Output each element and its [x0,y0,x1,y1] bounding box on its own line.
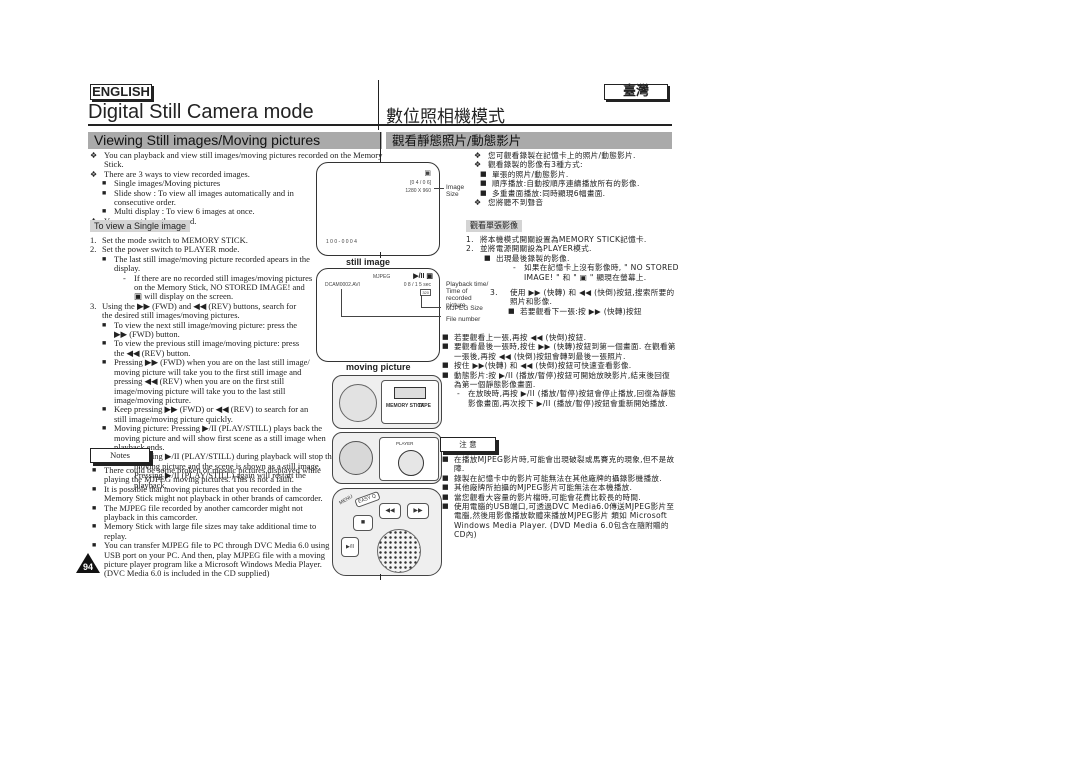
image-counter: [0 4 / 0 6] [410,180,431,186]
intro-item-zh: 您將聽不到聲音 [474,198,674,208]
label-image-size: Image Size [446,184,465,198]
switch-callout: MEMORY STICK TAPE [381,380,439,424]
leader-line [341,316,441,317]
figure-connector [380,252,381,258]
note-item-zh: 其他廠牌所拍攝的MJPEG影片可能無法在本機播放. [440,483,678,493]
speaker-grille-icon [377,529,421,573]
step-3-note-zh: 若要觀看下一張:按 ▶▶ (快轉)按鈕 [506,307,680,317]
page-title-english: Digital Still Camera mode [88,101,314,123]
section-heading-chinese: 觀看靜態照片/動態影片 [386,132,672,149]
power-dial-icon [339,441,373,475]
step-3-note: Keep pressing ▶▶ (FWD) or ◀◀ (REV) to se… [100,405,314,424]
rev-button: ◀◀ [379,503,401,519]
leader-line [421,295,422,307]
switch-label-tape: TAPE [418,403,431,409]
note-item: It is possible that moving pictures that… [90,484,330,504]
menu-button-label: MENU [338,493,354,507]
step-2-note-zh: 出現最後錄製的影像. [482,254,680,264]
step-2-note: The last still image/moving picture reco… [100,254,332,274]
step-2-subnote: If there are no recorded still images/mo… [120,273,314,302]
section-heading-english: Viewing Still images/Moving pictures [88,132,382,149]
power-dial-illustration: PLAYER [332,432,442,484]
intro-item-zh: 單張的照片/動態影片. [478,170,674,180]
image-size-readout: 1280 X 960 [405,188,431,194]
note-item-zh: 在播放MJPEG影片時,可能會出現破裂或馬賽克的現象,但不是故障. [440,455,678,474]
note-item-zh: 使用電腦的USB端口,可透過DVC Media6.0傳送MJPEG影片至電腦,然… [440,502,678,540]
play-still-button: ▶/II [341,537,359,557]
steps-chinese-continued: 若要觀看上一張,再按 ◀◀ (快倒)按鈕. 要觀看最後一張時,按住 ▶▶ (快轉… [440,333,676,408]
figure-connector [380,574,381,580]
memory-stick-icon: ▣ [424,170,431,177]
dial-label-player: PLAYER [396,441,414,446]
figure-connector [380,152,381,162]
intro-item-zh: 觀看錄製的影像有3種方式: [474,160,674,170]
intro-item-zh: 您可觀看錄製在記憶卡上的照片/動態影片. [474,151,674,161]
step-2-subnote-zh: 如果在記憶卡上沒有影像時, " NO STORED IMAGE! " 和 " ▣… [510,263,680,282]
button-panel-illustration: MENU EASY Q ■ ◀◀ ▶▶ ▶/II [332,488,442,576]
note-item-zh: 錄製在記憶卡中的影片可能無法在其他廠牌的攝錄影機播放. [440,474,678,484]
notes-heading-chinese: 注 意 [440,437,496,452]
notes-heading-english: Notes [90,448,150,463]
steps-chinese: 1. 將本機模式開關設置為MEMORY STICK記憶卡. 2. 並將電源開關設… [466,235,680,317]
step-3-note: To view the previous still image/moving … [100,339,304,358]
mode-switch-illustration: MEMORY STICK TAPE [332,375,442,429]
leader-line [421,307,441,308]
column-divider-section [380,132,381,152]
step-3-note-zh: 要觀看最後一張時,按住 ▶▶ (快轉)按鈕到第一個畫面. 在觀看第一張後,再按 … [440,342,676,361]
dial-callout: PLAYER [379,437,439,481]
step-3-note-zh: 若要觀看上一張,再按 ◀◀ (快倒)按鈕. [440,333,676,343]
caption-moving-picture: moving picture [346,362,411,372]
intro-item-zh: 多重畫面播放:同時顯現6幅畫面. [478,189,674,199]
caption-still-image: still image [346,257,391,267]
moving-picture-screen: MJPEG ▶/II ▣ DCAM0002.AVI 0 8 / 1 5 sec … [316,268,441,362]
note-item-zh: 當您觀看大容量的影片檔時,可能會花費比較長的時間. [440,493,678,503]
step-3-note-zh: 動態影片:按 ▶/II (播放/暫停)按鈕可開始放映影片,結束後回復為第一個靜態… [440,371,676,390]
slide-switch [394,387,426,399]
step-3-note: To view the next still image/moving pict… [100,320,304,340]
note-item: The MJPEG file recorded by another camco… [90,503,330,523]
page-number: 94 [82,562,93,572]
subsection-heading-english: To view a Single image [90,220,191,232]
step-1-zh: 1. 將本機模式開關設置為MEMORY STICK記憶卡. [466,235,647,244]
still-image-screen: ▣ [0 4 / 0 6] 1280 X 960 1 0 0 - 0 0 0 4 [316,162,440,256]
column-divider-top [378,80,379,130]
step-2-zh: 2. 並將電源開關設為PLAYER模式. [466,244,592,254]
step-3-note-zh: 按住 ▶▶(快轉) 和 ◀◀ (快倒)按鈕可快速查看影像. [440,361,676,371]
step-3-note: Pressing ▶▶ (FWD) when you are on the la… [100,358,314,405]
stop-button: ■ [353,515,373,531]
mode-dial [398,450,424,476]
step-3-subnote-zh: 在放映時,再按 ▶/II (播放/暫停)按鈕會停止播放,回復為靜態影像畫面,再次… [454,389,676,408]
mjpeg-format: MJPEG [373,274,391,280]
file-name: DCAM0002.AVI [325,282,360,288]
notes-chinese: 在播放MJPEG影片時,可能會出現破裂或馬賽克的現象,但不是故障. 錄製在記憶卡… [440,455,678,540]
notes-english: There could be some broken or mosaic pic… [90,465,330,579]
easy-q-button: EASY Q [354,491,381,508]
intro-chinese: 您可觀看錄製在記憶卡上的照片/動態影片. 觀看錄製的影像有3種方式: 單張的照片… [474,151,674,208]
leader-line [341,289,342,316]
language-label-taiwan: 臺灣 [604,84,668,100]
note-item: Memory Stick with large file sizes may t… [90,522,330,541]
folder-file-number: 1 0 0 - 0 0 0 4 [326,239,357,245]
speaker-dial-icon [339,384,377,422]
language-label-english: ENGLISH [90,84,152,100]
step-3: 3. Using the ▶▶ (FWD) and ◀◀ (REV) butto… [90,300,297,321]
intro-item: Slide show : To view all images automati… [100,188,314,208]
label-file-number: File number [446,316,481,323]
intro-item-zh: 順序播放:自動按順序連續播放所有的影像. [478,179,674,189]
fwd-button: ▶▶ [407,503,429,519]
title-underline [88,124,672,126]
play-still-indicator: ▶/II ▣ [413,273,433,280]
step-3-zh: 3. 使用 ▶▶ (快轉) 和 ◀◀ (快倒)按鈕,搜索所要的照片和影像. [490,288,675,307]
leader-line [434,188,444,189]
note-item: There could be some broken or mosaic pic… [90,465,330,485]
playback-time: 0 8 / 1 5 sec [403,282,431,288]
subsection-heading-chinese: 觀看單張影像 [466,220,522,232]
note-item: You can transfer MJPEG file to PC throug… [90,541,330,579]
